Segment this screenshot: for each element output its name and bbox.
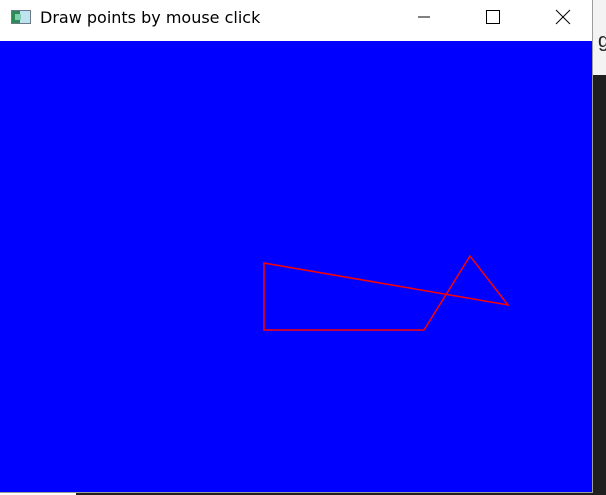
maximize-icon <box>486 10 500 24</box>
maximize-button[interactable] <box>470 0 516 34</box>
drawn-polyline <box>263 254 510 331</box>
minimize-button[interactable] <box>401 0 447 34</box>
minimize-icon <box>418 16 430 18</box>
window-title: Draw points by mouse click <box>40 8 261 27</box>
drawing-canvas[interactable] <box>0 41 592 492</box>
app-window[interactable]: Draw points by mouse click <box>0 0 592 492</box>
desktop: g Draw points by mouse click <box>0 0 606 495</box>
drawing-surface <box>263 254 510 331</box>
close-icon <box>555 9 571 25</box>
background-app-window[interactable]: g <box>592 0 606 495</box>
app-icon-detail <box>15 14 21 20</box>
background-app-partial-text: g <box>598 30 606 52</box>
app-window-icon[interactable] <box>11 10 31 24</box>
title-bar[interactable]: Draw points by mouse click <box>0 0 592 41</box>
close-button[interactable] <box>540 0 586 34</box>
background-app-body <box>592 75 606 495</box>
